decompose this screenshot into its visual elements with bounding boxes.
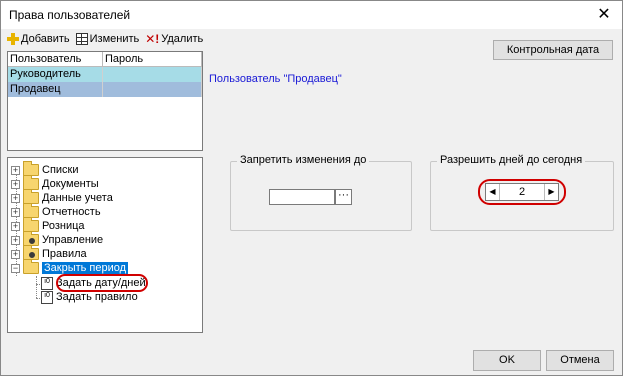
tree-item-label: Розница xyxy=(42,220,85,232)
increment-arrow-icon[interactable]: ▶ xyxy=(544,184,558,200)
tree-item-label: Управление xyxy=(42,234,104,246)
edit-grid-icon xyxy=(75,33,88,45)
control-date-button[interactable]: Контрольная дата xyxy=(493,40,613,60)
ok-button[interactable]: OK xyxy=(473,350,541,371)
cell-user: Руководитель xyxy=(8,67,103,82)
tree-item-label: Документы xyxy=(42,178,99,190)
permissions-tree: + Списки + Документы + Данные учета + От… xyxy=(7,157,203,333)
table-row[interactable]: Продавец xyxy=(8,82,202,97)
selected-user-heading: Пользователь "Продавец" xyxy=(209,73,342,85)
tree-item-label: Данные учета xyxy=(42,192,113,204)
delete-x-icon: ✕! xyxy=(145,32,160,46)
allow-days-legend: Разрешить дней до сегодня xyxy=(437,154,586,166)
dialog-window: Права пользователей ✕ Добавить Изменить … xyxy=(0,0,623,376)
tree-item-label: Правила xyxy=(42,248,87,260)
collapse-icon[interactable]: − xyxy=(11,263,20,273)
tree-item-label: Задать дату/дней xyxy=(56,277,146,289)
plus-icon xyxy=(7,33,19,45)
expand-icon[interactable]: + xyxy=(11,221,20,231)
forbid-changes-legend: Запретить изменения до xyxy=(237,154,370,166)
title-bar: Права пользователей ✕ xyxy=(1,1,622,29)
cancel-button[interactable]: Отмена xyxy=(546,350,614,371)
tree-item-label: Задать правило xyxy=(56,291,138,303)
doc-icon: ı0 xyxy=(41,290,53,304)
expand-icon[interactable]: + xyxy=(11,165,20,175)
close-icon[interactable]: ✕ xyxy=(594,5,614,25)
tree-item-label: Отчетность xyxy=(42,206,101,218)
column-header-password[interactable]: Пароль xyxy=(103,52,202,66)
days-stepper[interactable]: ◀ 2 ▶ xyxy=(485,183,559,201)
days-value[interactable]: 2 xyxy=(500,184,544,200)
add-button[interactable]: Добавить xyxy=(7,33,70,45)
tree-item-label: Списки xyxy=(42,164,79,176)
tree-item-lists[interactable]: + Списки xyxy=(11,161,79,177)
tree-item-set-rule[interactable]: ı0 Задать правило xyxy=(41,290,138,304)
cell-password xyxy=(103,82,202,97)
window-title: Права пользователей xyxy=(9,8,131,22)
add-label: Добавить xyxy=(21,33,70,45)
expand-icon[interactable]: + xyxy=(11,193,20,203)
edit-label: Изменить xyxy=(89,33,140,45)
tree-item-set-date-days[interactable]: ı0 Задать дату/дней xyxy=(41,276,146,290)
tree-item-label-selected: Закрыть период xyxy=(42,262,129,274)
expand-icon[interactable]: + xyxy=(11,235,20,245)
expand-icon[interactable]: + xyxy=(11,249,20,259)
cell-password xyxy=(103,67,202,82)
decrement-arrow-icon[interactable]: ◀ xyxy=(486,184,500,200)
column-header-user[interactable]: Пользователь xyxy=(8,52,103,66)
tree-line xyxy=(36,276,37,298)
cell-user: Продавец xyxy=(8,82,103,97)
doc-icon: ı0 xyxy=(41,276,53,290)
folder-open-icon xyxy=(23,259,39,274)
forbid-date-field[interactable] xyxy=(269,189,335,205)
tree-item-close-period[interactable]: − Закрыть период xyxy=(11,259,129,275)
delete-button[interactable]: ✕! Удалить xyxy=(145,33,203,45)
ellipsis-button[interactable]: ··· xyxy=(335,189,352,205)
delete-label: Удалить xyxy=(161,33,204,45)
edit-button[interactable]: Изменить xyxy=(75,33,140,45)
users-table-header: Пользователь Пароль xyxy=(8,52,202,67)
users-table: Пользователь Пароль Руководитель Продаве… xyxy=(7,51,203,151)
expand-icon[interactable]: + xyxy=(11,179,20,189)
toolbar: Добавить Изменить ✕! Удалить xyxy=(7,31,203,47)
table-row[interactable]: Руководитель xyxy=(8,67,202,82)
expand-icon[interactable]: + xyxy=(11,207,20,217)
